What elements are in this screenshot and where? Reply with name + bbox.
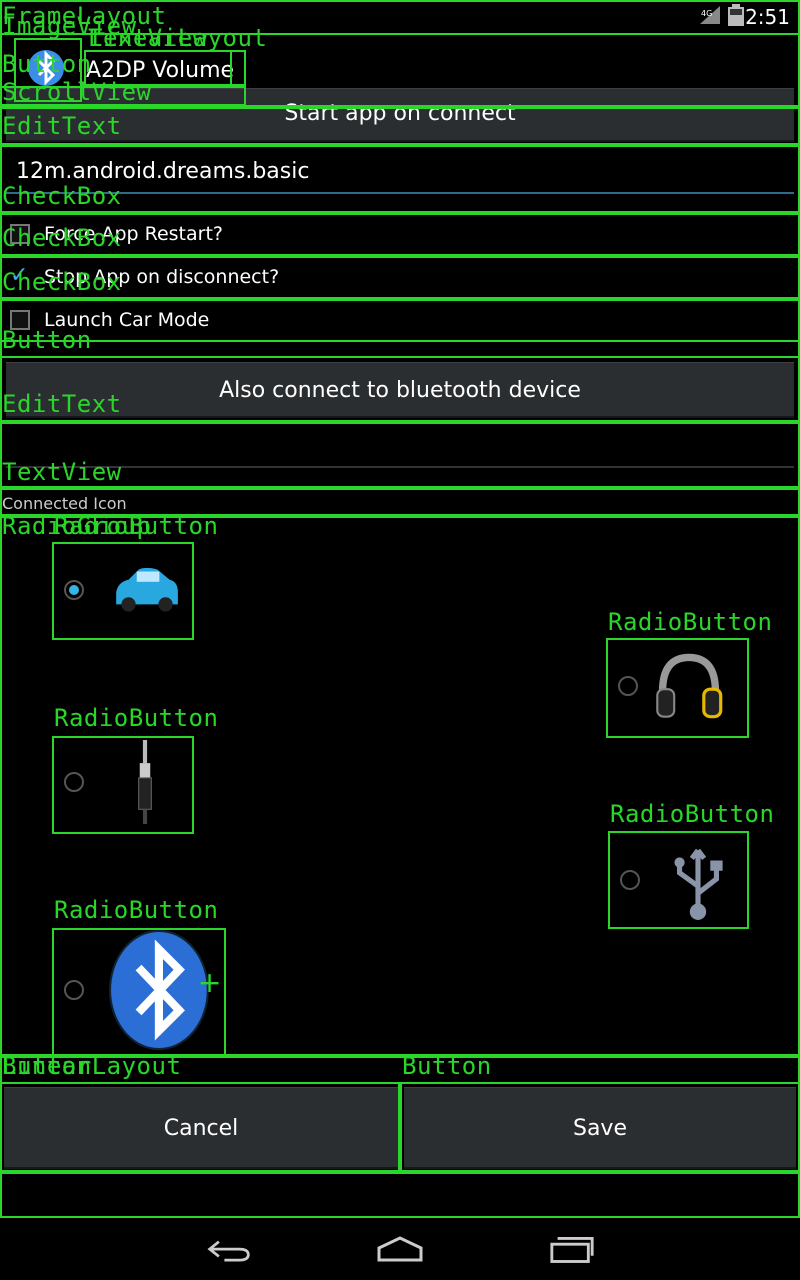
wireframe-radio-headphones [606,638,749,738]
wireframe-radio-bluetooth [52,928,226,1056]
wf-label-checkbox-1: CheckBox [2,182,122,210]
recent-apps-icon[interactable] [548,1234,596,1264]
wf-label-textview-2: TextView [2,458,122,486]
wf-label-radio-car: RadioButton [54,512,219,540]
wireframe-radio-usb [608,831,749,929]
wf-label-button-2: Button [2,326,92,354]
wf-label-save-button: Button [402,1052,492,1080]
wf-label-edittext: EditText [2,112,122,140]
wireframe-radio-car [52,542,194,640]
wireframe-cancel-button [0,1082,400,1172]
wf-label-radio-jack: RadioButton [54,704,219,732]
wf-label-radio-bluetooth: RadioButton [54,896,219,924]
wf-label-footer-button: Button [2,1052,92,1080]
wireframe-save-button [400,1082,800,1172]
wf-label-scrollview: ScrollView [2,78,152,106]
wireframe-checkbox-3 [0,299,800,342]
wf-label-radio-usb: RadioButton [610,800,775,828]
wireframe-bottom [0,1172,800,1218]
wf-label-checkbox-2: CheckBox [2,224,122,252]
wf-label-textview: TextView [88,24,208,52]
wf-label-checkbox-3: CheckBox [2,268,122,296]
wf-label-button: Button [2,50,92,78]
home-icon[interactable] [374,1234,426,1264]
wf-label-radio-headphones: RadioButton [608,608,773,636]
back-icon[interactable] [206,1236,252,1264]
nav-bar [0,1218,800,1280]
wireframe-radio-jack [52,736,194,834]
wf-label-edittext-2: EditText [2,390,122,418]
